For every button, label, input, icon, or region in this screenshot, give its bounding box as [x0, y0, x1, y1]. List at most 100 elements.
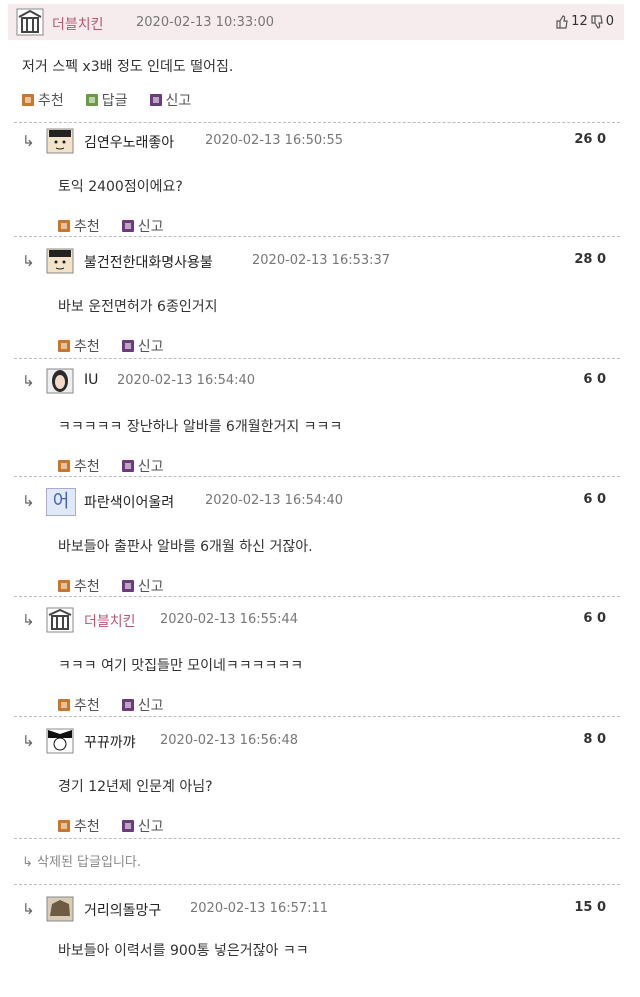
- recommend-icon: [58, 699, 70, 711]
- avatar-face-icon: [46, 128, 74, 154]
- recommend-button[interactable]: 추천: [58, 336, 100, 356]
- comment-actions: 추천 신고: [58, 695, 164, 715]
- comment-author[interactable]: IU: [84, 372, 98, 388]
- comment-actions: 추천 신고: [58, 216, 164, 236]
- avatar-photo-icon: [46, 368, 74, 394]
- report-button[interactable]: 신고: [121, 816, 164, 836]
- avatar-gate-icon: [16, 8, 44, 36]
- comment-text: 경기 12년제 인문계 아님?: [58, 779, 213, 795]
- comment-score: 6 0: [583, 372, 606, 387]
- report-label: 신고: [137, 459, 164, 475]
- comment-text: ㅋㅋㅋ 여기 맛집들만 모이네ㅋㅋㅋㅋㅋㅋ: [58, 658, 304, 674]
- report-label: 신고: [137, 339, 164, 355]
- divider: [14, 122, 620, 123]
- comment-author[interactable]: 거리의돌망구: [84, 900, 161, 920]
- downvote-count: 0: [605, 14, 614, 29]
- reply-button[interactable]: 답글: [85, 90, 128, 110]
- recommend-button[interactable]: 추천: [58, 695, 100, 715]
- comment-score: 26 0: [574, 132, 606, 147]
- report-icon: [121, 220, 134, 232]
- report-label: 신고: [165, 93, 192, 109]
- report-button[interactable]: 신고: [121, 336, 164, 356]
- report-label: 신고: [137, 698, 164, 714]
- divider: [14, 838, 620, 839]
- comment-actions: 추천 신고: [58, 336, 164, 356]
- upvote-count: 12: [571, 14, 588, 29]
- thumbs-down-icon[interactable]: [590, 14, 604, 29]
- report-label: 신고: [137, 219, 164, 235]
- recommend-label: 추천: [38, 93, 64, 109]
- divider: [14, 884, 620, 885]
- avatar-gate-icon: [46, 607, 74, 633]
- comment-author[interactable]: 꾸뀨까꺄: [84, 732, 136, 752]
- recommend-icon: [58, 460, 70, 472]
- report-button[interactable]: 신고: [121, 695, 164, 715]
- post-time: 2020-02-13 10:33:00: [136, 15, 275, 30]
- reply-arrow-icon: ↳: [22, 252, 35, 270]
- comment-actions: 추천 신고: [58, 456, 164, 476]
- report-icon: [121, 460, 134, 472]
- divider: [14, 596, 620, 597]
- reply-arrow-icon: ↳: [22, 900, 35, 918]
- report-button[interactable]: 신고: [149, 90, 192, 110]
- comment-time: 2020-02-13 16:56:48: [160, 733, 299, 748]
- reply-label: 답글: [101, 93, 128, 109]
- report-button[interactable]: 신고: [121, 576, 164, 596]
- comment-score: 28 0: [574, 252, 606, 267]
- reply-arrow-icon: ↳: [22, 492, 35, 510]
- divider: [14, 476, 620, 477]
- recommend-button[interactable]: 추천: [58, 216, 100, 236]
- post-author[interactable]: 더블치킨: [52, 14, 104, 34]
- recommend-button[interactable]: 추천: [58, 456, 100, 476]
- report-button[interactable]: 신고: [121, 456, 164, 476]
- comment-author[interactable]: 불건전한대화명사용불: [84, 252, 213, 272]
- reply-arrow-icon: ↳: [22, 611, 35, 629]
- avatar-drawing-icon: [46, 728, 74, 754]
- comment-time: 2020-02-13 16:54:40: [117, 373, 256, 388]
- comment-actions: 추천 신고: [58, 816, 164, 836]
- recommend-label: 추천: [74, 339, 100, 355]
- comment-author[interactable]: 김연우노래좋아: [84, 132, 174, 152]
- report-icon: [121, 580, 134, 592]
- avatar-rock-icon: [46, 896, 74, 922]
- avatar-face-icon: [46, 248, 74, 274]
- comment-score: 8 0: [583, 732, 606, 747]
- comment-author[interactable]: 파란색이어울려: [84, 492, 174, 512]
- comment-text: 바보들아 출판사 알바를 6개월 하신 거잖아.: [58, 539, 313, 555]
- reply-icon: [85, 94, 98, 106]
- deleted-text: 삭제된 답글입니다.: [37, 855, 141, 870]
- comment-text: 바보 운전면허가 6종인거지: [58, 299, 218, 315]
- comment-time: 2020-02-13 16:50:55: [205, 133, 344, 148]
- reply-arrow-icon: ↳: [22, 132, 35, 150]
- recommend-button[interactable]: 추천: [58, 576, 100, 596]
- thumbs-up-icon[interactable]: [555, 14, 569, 29]
- comment-time: 2020-02-13 16:55:44: [160, 612, 299, 627]
- comment-author[interactable]: 더블치킨: [84, 611, 136, 631]
- divider: [14, 236, 620, 237]
- recommend-label: 추천: [74, 459, 100, 475]
- recommend-icon: [58, 580, 70, 592]
- deleted-comment: ↳ 삭제된 답글입니다.: [22, 851, 141, 870]
- comment-time: 2020-02-13 16:53:37: [252, 253, 391, 268]
- comment-time: 2020-02-13 16:54:40: [205, 493, 344, 508]
- post-header: 더블치킨 2020-02-13 10:33:00 12 0: [8, 4, 624, 40]
- avatar-letter: 어: [46, 488, 76, 516]
- report-button[interactable]: 신고: [121, 216, 164, 236]
- recommend-label: 추천: [74, 579, 100, 595]
- comment-actions: 추천 신고: [58, 576, 164, 596]
- comment-page: 더블치킨 2020-02-13 10:33:00 12 0 저거 스펙 x3배 …: [0, 0, 640, 997]
- recommend-label: 추천: [74, 698, 100, 714]
- report-icon: [121, 699, 134, 711]
- report-label: 신고: [137, 579, 164, 595]
- recommend-label: 추천: [74, 219, 100, 235]
- comment-score: 15 0: [574, 900, 606, 915]
- recommend-button[interactable]: 추천: [22, 90, 64, 110]
- post-votes: 12 0: [555, 14, 614, 29]
- recommend-label: 추천: [74, 819, 100, 835]
- divider: [14, 716, 620, 717]
- report-label: 신고: [137, 819, 164, 835]
- recommend-button[interactable]: 추천: [58, 816, 100, 836]
- recommend-icon: [58, 820, 70, 832]
- reply-arrow-icon: ↳: [22, 372, 35, 390]
- comment-text: ㅋㅋㅋㅋㅋ 장난하나 알바를 6개월한거지 ㅋㅋㅋ: [58, 419, 343, 435]
